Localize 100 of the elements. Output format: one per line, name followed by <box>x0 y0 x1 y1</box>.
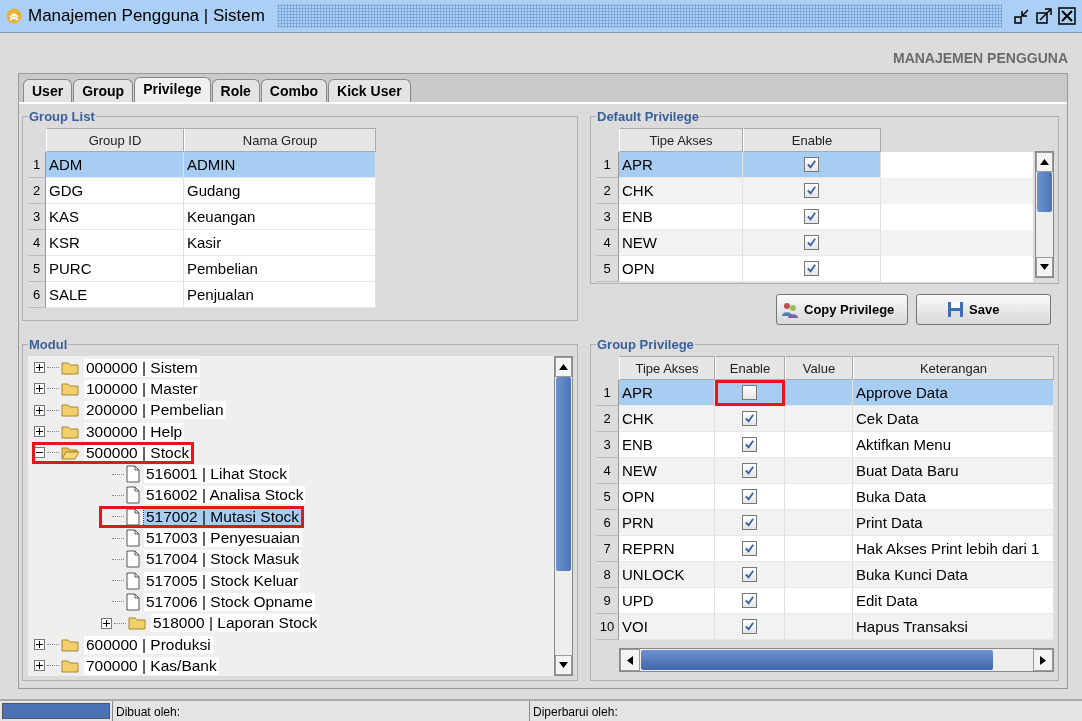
table-cell[interactable]: Pembelian <box>184 256 376 282</box>
table-cell[interactable]: APR <box>619 152 743 178</box>
scroll-up-icon[interactable] <box>1040 159 1049 165</box>
table-cell[interactable]: Hak Akses Print lebih dari 1 <box>853 536 1054 562</box>
tree-item[interactable]: 517004 | Stock Masuk <box>144 550 302 569</box>
collapse-icon[interactable] <box>34 447 45 459</box>
table-cell[interactable]: Buka Kunci Data <box>853 562 1054 588</box>
table-cell[interactable]: Cek Data <box>853 406 1054 432</box>
checkbox[interactable] <box>804 183 819 198</box>
table-cell[interactable]: Aktifkan Menu <box>853 432 1054 458</box>
checkbox[interactable] <box>742 567 757 582</box>
table-cell[interactable]: APR <box>619 380 715 406</box>
tree-item[interactable]: 300000 | Help <box>84 422 185 441</box>
checkbox[interactable] <box>742 489 757 504</box>
table-cell[interactable]: Print Data <box>853 510 1054 536</box>
close-icon[interactable] <box>1058 7 1076 25</box>
table-cell[interactable]: OPN <box>619 256 743 282</box>
scroll-up-icon[interactable] <box>559 364 568 370</box>
vertical-scrollbar[interactable] <box>554 356 573 676</box>
table-cell[interactable]: KSR <box>46 230 184 256</box>
scroll-down-icon[interactable] <box>1040 264 1049 270</box>
tree-item[interactable]: 200000 | Pembelian <box>84 401 226 420</box>
table-cell[interactable]: Penjualan <box>184 282 376 308</box>
tree-item[interactable]: 517003 | Penyesuaian <box>144 529 302 548</box>
table-cell[interactable]: SALE <box>46 282 184 308</box>
table-cell[interactable]: Hapus Transaksi <box>853 614 1054 640</box>
table-cell[interactable]: UPD <box>619 588 715 614</box>
checkbox[interactable] <box>742 619 757 634</box>
table-cell[interactable]: VOI <box>619 614 715 640</box>
table-cell[interactable]: UNLOCK <box>619 562 715 588</box>
table-cell[interactable]: ENB <box>619 204 743 230</box>
column-header[interactable]: Nama Group <box>184 128 376 152</box>
table-cell[interactable]: Kasir <box>184 230 376 256</box>
vertical-scrollbar[interactable] <box>1035 151 1054 278</box>
table-cell[interactable]: OPN <box>619 484 715 510</box>
tree-item[interactable]: 517002 | Mutasi Stock <box>144 507 302 526</box>
table-cell[interactable]: GDG <box>46 178 184 204</box>
tree-item[interactable]: 516001 | Lihat Stock <box>144 465 290 484</box>
tab[interactable]: Kick User <box>328 79 411 102</box>
checkbox[interactable] <box>804 235 819 250</box>
tree-item[interactable]: 000000 | Sistem <box>84 358 200 377</box>
column-header[interactable]: Tipe Akses <box>619 128 743 152</box>
tree-item[interactable]: 517005 | Stock Keluar <box>144 571 301 590</box>
checkbox[interactable] <box>742 515 757 530</box>
tree-item[interactable]: 700000 | Kas/Bank <box>84 656 219 675</box>
table-cell[interactable]: KAS <box>46 204 184 230</box>
column-header[interactable]: Enable <box>715 356 785 380</box>
tab[interactable]: Role <box>211 79 260 102</box>
scroll-down-icon[interactable] <box>559 662 568 668</box>
save-button[interactable]: Save <box>916 294 1051 325</box>
table-cell[interactable]: REPRN <box>619 536 715 562</box>
checkbox[interactable] <box>742 593 757 608</box>
scroll-left-icon[interactable] <box>627 655 633 665</box>
table-cell[interactable]: CHK <box>619 406 715 432</box>
expand-icon[interactable] <box>34 639 45 650</box>
tree-item[interactable]: 500000 | Stock <box>84 443 192 462</box>
checkbox[interactable] <box>804 157 819 172</box>
table-cell[interactable]: PURC <box>46 256 184 282</box>
column-header[interactable]: Keterangan <box>853 356 1054 380</box>
minimize-icon[interactable] <box>1014 8 1030 24</box>
table-cell[interactable]: Gudang <box>184 178 376 204</box>
table-cell[interactable]: Approve Data <box>853 380 1054 406</box>
tree-item[interactable]: 100000 | Master <box>84 379 200 398</box>
checkbox[interactable] <box>742 463 757 478</box>
table-cell[interactable]: ADMIN <box>184 152 376 178</box>
table-cell[interactable]: Buat Data Baru <box>853 458 1054 484</box>
checkbox[interactable] <box>742 411 757 426</box>
tab[interactable]: User <box>23 79 73 102</box>
expand-icon[interactable] <box>34 362 45 374</box>
table-cell[interactable]: ENB <box>619 432 715 458</box>
table-cell[interactable]: CHK <box>619 178 743 204</box>
table-cell[interactable]: NEW <box>619 230 743 256</box>
maximize-icon[interactable] <box>1036 8 1052 24</box>
checkbox[interactable] <box>742 437 757 452</box>
expand-icon[interactable] <box>34 660 45 672</box>
table-cell[interactable]: ADM <box>46 152 184 178</box>
tab[interactable]: Combo <box>260 79 328 102</box>
scroll-right-icon[interactable] <box>1040 655 1046 665</box>
checkbox[interactable] <box>742 541 757 556</box>
table-cell[interactable]: Buka Data <box>853 484 1054 510</box>
table-cell[interactable]: Edit Data <box>853 588 1054 614</box>
expand-icon[interactable] <box>101 617 112 629</box>
column-header[interactable]: Value <box>785 356 853 380</box>
tab[interactable]: Group <box>73 79 134 102</box>
checkbox[interactable] <box>804 209 819 224</box>
expand-icon[interactable] <box>34 404 45 416</box>
expand-icon[interactable] <box>34 383 45 395</box>
expand-icon[interactable] <box>34 426 45 438</box>
tree-item[interactable]: 518000 | Laporan Stock <box>151 614 320 633</box>
horizontal-scrollbar[interactable] <box>619 648 1054 672</box>
copy-button[interactable]: Copy Privilege <box>776 294 908 325</box>
column-header[interactable]: Enable <box>743 128 881 152</box>
column-header[interactable]: Tipe Akses <box>619 356 715 380</box>
table-cell[interactable]: NEW <box>619 458 715 484</box>
tree-item[interactable]: 600000 | Produksi <box>84 635 213 654</box>
checkbox[interactable] <box>742 385 757 400</box>
column-header[interactable]: Group ID <box>46 128 184 152</box>
tab[interactable]: Privilege <box>134 77 211 102</box>
tree-item[interactable]: 516002 | Analisa Stock <box>144 486 306 505</box>
table-cell[interactable]: PRN <box>619 510 715 536</box>
